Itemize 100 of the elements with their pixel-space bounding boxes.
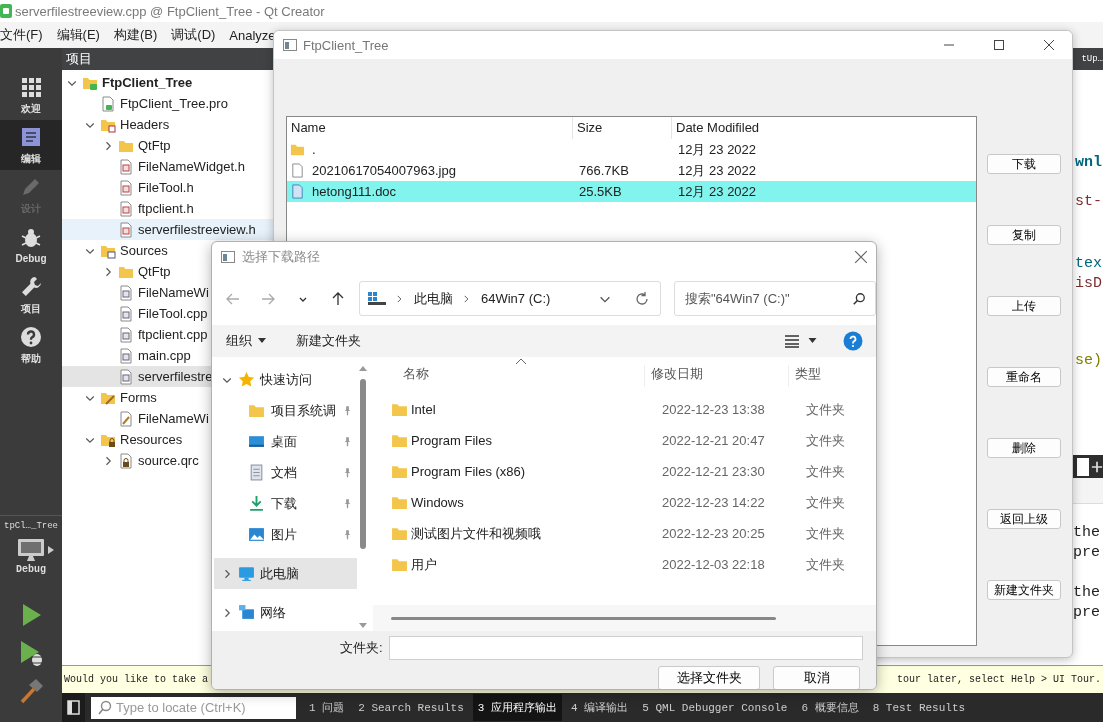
menu-item[interactable]: 文件(F) [0, 26, 43, 44]
action-button[interactable]: 重命名 [987, 367, 1061, 387]
action-button[interactable]: 新建文件夹 [987, 580, 1061, 600]
table-cell-text: 20210617054007963.jpg [312, 163, 457, 178]
output-pane-tab[interactable]: 2 Search Results [353, 695, 469, 720]
document-icon [248, 464, 265, 481]
tree-item[interactable]: FileNameWi [62, 282, 273, 303]
column-header[interactable]: 名称 [373, 365, 645, 387]
menu-item[interactable]: 调试(D) [171, 26, 216, 44]
nav-item[interactable]: 图片 [214, 519, 357, 550]
menu-item[interactable]: Analyze [229, 27, 276, 43]
header-file-icon [118, 179, 134, 196]
table-row[interactable]: 20210617054007963.jpg 766.7KB 12月 23 2022 [287, 160, 976, 181]
info-message: Would you like to take a [64, 674, 209, 685]
action-button[interactable]: 返回上级 [987, 509, 1061, 529]
table-cell-text: Windows [410, 495, 465, 510]
column-header[interactable]: 修改日期 [645, 365, 789, 387]
source-file-icon [118, 326, 134, 343]
mode-button[interactable]: 欢迎 [0, 70, 62, 120]
tree-item[interactable]: FileTool.h [62, 177, 273, 198]
mode-button[interactable]: Debug [0, 220, 62, 270]
menu-item[interactable]: 编辑(E) [56, 26, 100, 44]
output-pane-tab[interactable]: 8 Test Results [867, 695, 971, 720]
mode-button[interactable]: 项目 [0, 270, 62, 320]
menu-item[interactable]: 构建(B) [113, 26, 158, 44]
output-pane-tab[interactable]: 6 概要信息 [796, 694, 864, 721]
table-cell-text: 2022-12-23 13:38 [662, 402, 766, 417]
new-folder-button[interactable]: 新建文件夹 [296, 332, 361, 350]
column-header[interactable]: Name [287, 117, 573, 139]
tree-item[interactable]: serverfilestreeview.h [62, 219, 273, 240]
dialog-button[interactable]: 选择文件夹 [658, 666, 760, 689]
search-field[interactable] [1077, 457, 1089, 476]
nav-item[interactable]: 此电脑 [214, 558, 357, 589]
tree-item[interactable]: FileNameWidget.h [62, 156, 273, 177]
search-field[interactable]: 搜索"64Win7 (C:)" [674, 281, 876, 316]
tree-item[interactable]: ftpclient.h [62, 198, 273, 219]
mode-button[interactable]: 编辑 [0, 120, 62, 170]
sidebar-toggle-icon[interactable] [62, 693, 85, 722]
build-config-label: Debug [16, 564, 46, 577]
close-icon[interactable] [854, 250, 868, 264]
caret-icon[interactable] [808, 338, 817, 344]
output-line: pre [1073, 543, 1101, 563]
header-file-icon [118, 200, 134, 217]
action-button[interactable]: 删除 [987, 438, 1061, 458]
up-arrow-icon[interactable] [330, 290, 346, 307]
column-header[interactable]: 类型 [789, 365, 821, 387]
column-header[interactable]: Date Modifiled [672, 117, 976, 139]
caret-icon[interactable] [48, 546, 54, 554]
mode-button[interactable]: 帮助 [0, 320, 62, 370]
source-file-icon [118, 368, 134, 385]
monitor-icon[interactable] [17, 538, 45, 562]
breadcrumb-item[interactable]: 64Win7 (C:) [481, 291, 551, 306]
search-field[interactable]: Type to locate (Ctrl+K) [91, 696, 296, 719]
close-icon[interactable] [1043, 39, 1055, 51]
output-pane-tab[interactable]: 4 编译输出 [566, 694, 634, 721]
table-cell-text: Program Files [410, 433, 493, 448]
organize-menu-button[interactable]: 组织 [226, 332, 266, 350]
action-button[interactable]: 复制 [987, 225, 1061, 245]
source-file-icon [118, 347, 134, 364]
help-icon[interactable] [843, 331, 863, 351]
document-icon [290, 184, 305, 199]
refresh-icon[interactable] [634, 290, 650, 307]
tree-item[interactable]: FtpClient_Tree.pro [62, 93, 273, 114]
tree-item[interactable]: Headers [62, 114, 273, 135]
address-bar[interactable]: 此电脑 64Win7 (C:) [359, 281, 661, 316]
input-field[interactable] [388, 636, 863, 660]
window-icon [221, 251, 235, 263]
window-title: 选择下载路径 [242, 248, 320, 266]
chevron-right-icon[interactable] [394, 293, 404, 304]
star-icon [238, 371, 255, 388]
table-cell-text: 12月 23 2022 [677, 140, 757, 159]
table-cell-text: 2022-12-21 23:30 [662, 464, 766, 479]
nav-item[interactable]: 网络 [214, 597, 357, 628]
chevron-right-icon[interactable] [461, 293, 471, 304]
breadcrumb-item[interactable]: 此电脑 [414, 289, 453, 308]
folder-icon [290, 142, 305, 157]
table-cell: 文件夹 [806, 524, 845, 543]
table-cell-text: 766.7KB [578, 163, 630, 178]
scrollbar[interactable] [391, 616, 776, 620]
output-pane-tab[interactable]: 5 QML Debugger Console [637, 695, 793, 720]
tree-item[interactable]: QtFtp [62, 135, 273, 156]
column-header[interactable]: Size [573, 117, 672, 139]
nav-item[interactable]: 下载 [214, 488, 357, 519]
view-list-icon[interactable] [784, 334, 800, 348]
header-file-icon [118, 221, 134, 238]
table-cell-text: 12月 23 2022 [677, 182, 757, 201]
caret-icon [258, 338, 266, 344]
output-pane-tab[interactable]: 1 问题 [304, 694, 350, 721]
table-row[interactable]: . 12月 23 2022 [287, 139, 976, 160]
output-pane-tab[interactable]: 3 应用程序输出 [472, 694, 563, 721]
editor-tab[interactable]: tUp… [1081, 54, 1103, 64]
action-button[interactable]: 上传 [987, 296, 1061, 316]
tree-item[interactable]: FtpClient_Tree [62, 72, 273, 93]
plus-icon[interactable] [1091, 460, 1103, 473]
action-button[interactable]: 下载 [987, 154, 1061, 174]
tree-item[interactable]: FileTool.cpp [62, 303, 273, 324]
dialog-button[interactable]: 取消 [773, 666, 860, 689]
help-icon [19, 324, 43, 349]
table-row[interactable]: hetong111.doc 25.5KB 12月 23 2022 [287, 181, 976, 202]
maximize-icon[interactable] [993, 39, 1005, 51]
